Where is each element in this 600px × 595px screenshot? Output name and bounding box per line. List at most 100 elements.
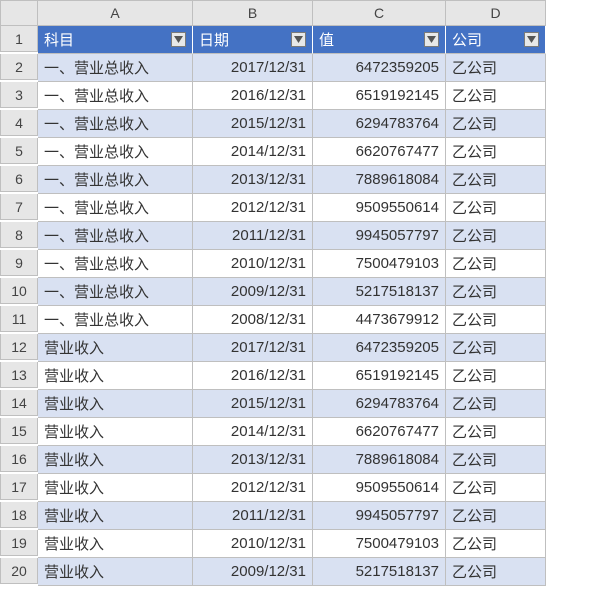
cell-value[interactable]: 7889618084 <box>313 446 446 474</box>
cell-company[interactable]: 乙公司 <box>446 194 546 222</box>
cell-value[interactable]: 6294783764 <box>313 110 446 138</box>
cell-subject[interactable]: 营业收入 <box>38 558 193 586</box>
cell-date[interactable]: 2014/12/31 <box>193 138 313 166</box>
cell-subject[interactable]: 营业收入 <box>38 474 193 502</box>
cell-date[interactable]: 2016/12/31 <box>193 82 313 110</box>
cell-date[interactable]: 2009/12/31 <box>193 278 313 306</box>
cell-subject[interactable]: 一、营业总收入 <box>38 138 193 166</box>
cell-company[interactable]: 乙公司 <box>446 418 546 446</box>
filter-dropdown-icon[interactable] <box>424 32 439 47</box>
row-header-14[interactable]: 14 <box>0 390 38 416</box>
row-header-2[interactable]: 2 <box>0 54 38 80</box>
cell-date[interactable]: 2012/12/31 <box>193 194 313 222</box>
row-header-15[interactable]: 15 <box>0 418 38 444</box>
cell-date[interactable]: 2016/12/31 <box>193 362 313 390</box>
row-header-8[interactable]: 8 <box>0 222 38 248</box>
table-header-value[interactable]: 值 <box>313 26 446 54</box>
row-header-19[interactable]: 19 <box>0 530 38 556</box>
cell-date[interactable]: 2015/12/31 <box>193 110 313 138</box>
row-header-17[interactable]: 17 <box>0 474 38 500</box>
row-header-9[interactable]: 9 <box>0 250 38 276</box>
cell-date[interactable]: 2014/12/31 <box>193 418 313 446</box>
cell-company[interactable]: 乙公司 <box>446 166 546 194</box>
cell-subject[interactable]: 一、营业总收入 <box>38 306 193 334</box>
cell-subject[interactable]: 营业收入 <box>38 362 193 390</box>
cell-subject[interactable]: 营业收入 <box>38 334 193 362</box>
row-header-20[interactable]: 20 <box>0 558 38 584</box>
cell-date[interactable]: 2008/12/31 <box>193 306 313 334</box>
select-all-corner[interactable] <box>0 0 38 26</box>
cell-value[interactable]: 9945057797 <box>313 222 446 250</box>
cell-date[interactable]: 2013/12/31 <box>193 166 313 194</box>
cell-subject[interactable]: 一、营业总收入 <box>38 278 193 306</box>
cell-company[interactable]: 乙公司 <box>446 306 546 334</box>
filter-dropdown-icon[interactable] <box>171 32 186 47</box>
cell-value[interactable]: 6519192145 <box>313 82 446 110</box>
cell-value[interactable]: 6519192145 <box>313 362 446 390</box>
cell-date[interactable]: 2009/12/31 <box>193 558 313 586</box>
cell-subject[interactable]: 一、营业总收入 <box>38 166 193 194</box>
row-header-1[interactable]: 1 <box>0 26 38 52</box>
cell-company[interactable]: 乙公司 <box>446 530 546 558</box>
cell-value[interactable]: 9509550614 <box>313 194 446 222</box>
cell-subject[interactable]: 一、营业总收入 <box>38 82 193 110</box>
cell-date[interactable]: 2010/12/31 <box>193 250 313 278</box>
row-header-7[interactable]: 7 <box>0 194 38 220</box>
cell-company[interactable]: 乙公司 <box>446 222 546 250</box>
column-header-B[interactable]: B <box>193 0 313 26</box>
row-header-5[interactable]: 5 <box>0 138 38 164</box>
column-header-D[interactable]: D <box>446 0 546 26</box>
cell-subject[interactable]: 一、营业总收入 <box>38 54 193 82</box>
row-header-16[interactable]: 16 <box>0 446 38 472</box>
cell-subject[interactable]: 营业收入 <box>38 418 193 446</box>
cell-value[interactable]: 7500479103 <box>313 530 446 558</box>
cell-value[interactable]: 9509550614 <box>313 474 446 502</box>
filter-dropdown-icon[interactable] <box>291 32 306 47</box>
cell-company[interactable]: 乙公司 <box>446 82 546 110</box>
cell-company[interactable]: 乙公司 <box>446 558 546 586</box>
cell-company[interactable]: 乙公司 <box>446 334 546 362</box>
cell-value[interactable]: 7889618084 <box>313 166 446 194</box>
cell-value[interactable]: 9945057797 <box>313 502 446 530</box>
cell-date[interactable]: 2011/12/31 <box>193 502 313 530</box>
cell-date[interactable]: 2017/12/31 <box>193 54 313 82</box>
row-header-4[interactable]: 4 <box>0 110 38 136</box>
cell-company[interactable]: 乙公司 <box>446 474 546 502</box>
cell-date[interactable]: 2010/12/31 <box>193 530 313 558</box>
cell-subject[interactable]: 营业收入 <box>38 530 193 558</box>
cell-subject[interactable]: 营业收入 <box>38 446 193 474</box>
row-header-13[interactable]: 13 <box>0 362 38 388</box>
cell-value[interactable]: 7500479103 <box>313 250 446 278</box>
table-header-date[interactable]: 日期 <box>193 26 313 54</box>
cell-company[interactable]: 乙公司 <box>446 110 546 138</box>
row-header-10[interactable]: 10 <box>0 278 38 304</box>
cell-date[interactable]: 2013/12/31 <box>193 446 313 474</box>
cell-value[interactable]: 5217518137 <box>313 558 446 586</box>
cell-value[interactable]: 6472359205 <box>313 334 446 362</box>
column-header-A[interactable]: A <box>38 0 193 26</box>
row-header-18[interactable]: 18 <box>0 502 38 528</box>
table-header-company[interactable]: 公司 <box>446 26 546 54</box>
cell-subject[interactable]: 营业收入 <box>38 502 193 530</box>
cell-subject[interactable]: 营业收入 <box>38 390 193 418</box>
row-header-3[interactable]: 3 <box>0 82 38 108</box>
row-header-11[interactable]: 11 <box>0 306 38 332</box>
cell-subject[interactable]: 一、营业总收入 <box>38 222 193 250</box>
cell-company[interactable]: 乙公司 <box>446 250 546 278</box>
cell-company[interactable]: 乙公司 <box>446 502 546 530</box>
column-header-C[interactable]: C <box>313 0 446 26</box>
cell-value[interactable]: 6472359205 <box>313 54 446 82</box>
cell-value[interactable]: 4473679912 <box>313 306 446 334</box>
filter-dropdown-icon[interactable] <box>524 32 539 47</box>
table-header-subject[interactable]: 科目 <box>38 26 193 54</box>
cell-subject[interactable]: 一、营业总收入 <box>38 110 193 138</box>
cell-date[interactable]: 2017/12/31 <box>193 334 313 362</box>
cell-company[interactable]: 乙公司 <box>446 54 546 82</box>
cell-value[interactable]: 5217518137 <box>313 278 446 306</box>
cell-company[interactable]: 乙公司 <box>446 138 546 166</box>
cell-company[interactable]: 乙公司 <box>446 362 546 390</box>
cell-subject[interactable]: 一、营业总收入 <box>38 194 193 222</box>
row-header-6[interactable]: 6 <box>0 166 38 192</box>
cell-subject[interactable]: 一、营业总收入 <box>38 250 193 278</box>
cell-company[interactable]: 乙公司 <box>446 278 546 306</box>
